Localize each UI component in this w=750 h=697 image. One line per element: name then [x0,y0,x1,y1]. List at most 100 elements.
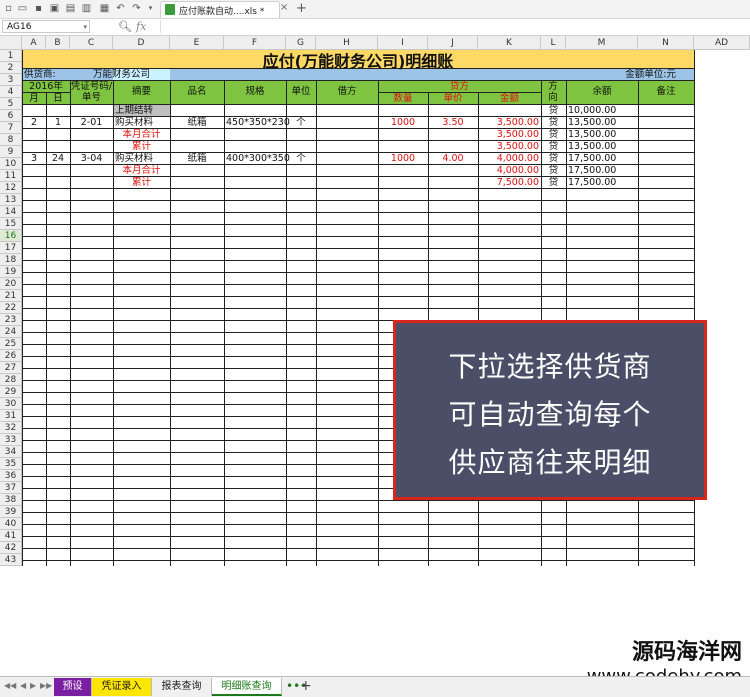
row-header[interactable]: 17 [0,242,22,254]
grid-line [22,500,694,501]
column-header[interactable]: A [22,36,46,50]
row-header[interactable]: 15 [0,218,22,230]
grid-line [22,284,694,285]
fx-icon[interactable]: fx [136,20,146,33]
column-header[interactable]: J [428,36,478,50]
row-header[interactable]: 22 [0,302,22,314]
row-header[interactable]: 43 [0,554,22,566]
row-header[interactable]: 38 [0,494,22,506]
formula-input[interactable] [160,20,749,33]
row-header[interactable]: 9 [0,146,22,158]
more-dropdown-icon[interactable]: ▾ [144,2,157,15]
column-header[interactable]: B [46,36,70,50]
redo-icon[interactable]: ↷ [130,2,143,15]
row-header[interactable]: 24 [0,326,22,338]
row-header[interactable]: 18 [0,254,22,266]
column-header[interactable]: N [638,36,694,50]
row-header[interactable]: 42 [0,542,22,554]
grid-line [22,536,694,537]
row-header[interactable]: 10 [0,158,22,170]
open-folder-icon[interactable]: ▭ [16,2,29,15]
grid-line [316,80,317,566]
name-box[interactable]: AG16 ▾ [2,20,90,33]
row-header[interactable]: 28 [0,374,22,386]
row-header[interactable]: 21 [0,290,22,302]
row-header[interactable]: 12 [0,182,22,194]
sheet-tab-ledger-query[interactable]: 明细账查询 [212,678,282,696]
header-direction: 方向 [548,81,558,103]
row-header[interactable]: 23 [0,314,22,326]
new-file-icon[interactable]: ▫ [2,2,15,15]
column-header[interactable]: D [113,36,170,50]
select-all-corner[interactable] [0,36,22,50]
new-tab-icon[interactable]: + [296,1,307,16]
row-header[interactable]: 35 [0,458,22,470]
next-sheet-icon[interactable]: ▶ [30,681,36,690]
cell-day: 24 [51,153,65,164]
add-sheet-icon[interactable]: + [300,678,312,694]
supplier-dropdown[interactable]: 万能财务公司 [93,69,213,80]
export-pdf-icon[interactable]: ▥ [80,2,93,15]
print-icon[interactable]: ▤ [64,2,77,15]
column-header[interactable]: H [316,36,378,50]
cell-voucher: 3-04 [80,153,103,164]
promo-callout: 下拉选择供货商 可自动查询每个 供应商往来明细 [393,320,707,500]
row-header[interactable]: 29 [0,386,22,398]
row-header[interactable]: 25 [0,338,22,350]
column-header[interactable]: M [566,36,638,50]
row-header[interactable]: 3 [0,74,22,86]
name-box-dropdown-icon[interactable]: ▾ [83,21,87,34]
row-header[interactable]: 34 [0,446,22,458]
row-header[interactable]: 8 [0,134,22,146]
row-header[interactable]: 16 [0,230,22,242]
zoom-search-icon[interactable]: 🔍︎ [118,20,132,33]
grid-line [224,80,225,566]
row-header[interactable]: 27 [0,362,22,374]
column-header[interactable]: AD [694,36,750,50]
row-header[interactable]: 13 [0,194,22,206]
column-header[interactable]: E [170,36,224,50]
first-sheet-icon[interactable]: ◀◀ [4,681,16,690]
sheet-tab-preset[interactable]: 预设 [54,678,92,696]
column-header[interactable]: G [286,36,316,50]
grid-line [22,308,694,309]
close-tab-icon[interactable]: × [280,2,288,13]
grid-line [378,80,379,566]
column-header[interactable]: C [70,36,113,50]
prev-sheet-icon[interactable]: ◀ [20,681,26,690]
last-sheet-icon[interactable]: ▶▶ [40,681,52,690]
row-header[interactable]: 32 [0,422,22,434]
undo-icon[interactable]: ↶ [114,2,127,15]
row-header[interactable]: 31 [0,410,22,422]
row-header[interactable]: 14 [0,206,22,218]
print-preview-icon[interactable]: ▣ [48,2,61,15]
column-header[interactable]: F [224,36,286,50]
row-header[interactable]: 7 [0,122,22,134]
file-tab[interactable]: 应付账款自动....xls * [160,1,280,18]
row-header[interactable]: 11 [0,170,22,182]
row-header[interactable]: 19 [0,266,22,278]
row-header[interactable]: 30 [0,398,22,410]
save-icon[interactable]: ▪ [32,2,45,15]
row-header[interactable]: 5 [0,98,22,110]
header-product: 品名 [187,86,207,97]
column-header[interactable]: L [541,36,566,50]
column-header[interactable]: K [478,36,541,50]
row-header[interactable]: 1 [0,50,22,62]
sheet-tab-voucher-entry[interactable]: 凭证录入 [92,678,152,696]
row-header[interactable]: 41 [0,530,22,542]
format-painter-icon[interactable]: ▦ [98,2,111,15]
row-header[interactable]: 33 [0,434,22,446]
sheet-tab-report-query[interactable]: 报表查询 [152,678,212,696]
row-header[interactable]: 26 [0,350,22,362]
row-header[interactable]: 20 [0,278,22,290]
row-header[interactable]: 40 [0,518,22,530]
row-header[interactable]: 4 [0,86,22,98]
row-header[interactable]: 39 [0,506,22,518]
callout-line-3: 供应商往来明细 [448,446,652,479]
row-header[interactable]: 6 [0,110,22,122]
column-header[interactable]: I [378,36,428,50]
row-header[interactable]: 2 [0,62,22,74]
row-header[interactable]: 36 [0,470,22,482]
row-header[interactable]: 37 [0,482,22,494]
